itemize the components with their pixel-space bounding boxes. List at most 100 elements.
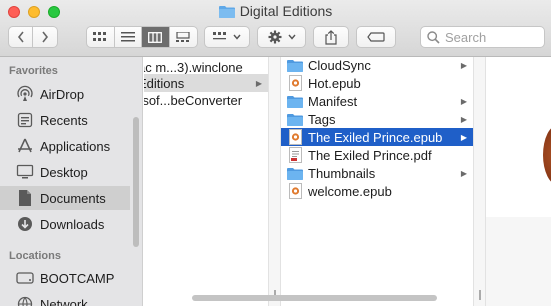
search-placeholder: Search: [445, 29, 487, 45]
list-item-label: The Exiled Prince.epub: [308, 129, 443, 145]
sidebar-item-label: Recents: [40, 112, 88, 128]
share-icon: [325, 29, 337, 45]
sidebar-item-downloads[interactable]: Downloads: [0, 212, 130, 236]
window-title-text: Digital Editions: [239, 3, 333, 19]
epub-file-icon: [287, 129, 303, 145]
tag-icon: [367, 32, 385, 42]
sidebar-scrollbar[interactable]: [133, 117, 139, 247]
sidebar-item-applications[interactable]: Applications: [0, 134, 130, 158]
list-item-label: Hot.epub: [308, 75, 361, 91]
desktop-icon: [16, 163, 34, 181]
folder-icon: [287, 57, 303, 73]
documents-icon: [16, 189, 34, 207]
list-item-label: CloudSync: [308, 57, 371, 73]
applications-icon: [16, 137, 34, 155]
sidebar-item-label: Documents: [40, 190, 106, 206]
sidebar-item-airdrop[interactable]: AirDrop: [0, 82, 130, 106]
list-item[interactable]: Editions ▶: [144, 74, 268, 92]
recents-icon: [16, 111, 34, 129]
list-view-button[interactable]: [115, 27, 142, 47]
column-view-icon: [148, 31, 163, 43]
list-item-label: Manifest: [308, 93, 358, 109]
list-item-label: The Exiled Prince.pdf: [308, 147, 432, 163]
list-view-icon: [120, 32, 135, 42]
preview-column: [486, 57, 551, 306]
group-icon: [213, 32, 226, 40]
sidebar-item-desktop[interactable]: Desktop: [0, 160, 130, 184]
chevron-left-icon: [17, 31, 24, 43]
sidebar-item-label: Network: [40, 296, 88, 306]
gallery-view-button[interactable]: [170, 27, 197, 47]
gallery-view-icon: [176, 31, 190, 42]
chevron-down-icon: [287, 34, 296, 40]
forward-button[interactable]: [33, 27, 57, 47]
sidebar-item-bootcamp[interactable]: BOOTCAMP: [0, 266, 130, 290]
chevron-right-icon: [42, 31, 49, 43]
list-item-label: Tags: [308, 111, 336, 127]
list-item[interactable]: CloudSync ▶: [281, 57, 473, 74]
sidebar-item-network[interactable]: Network: [0, 292, 130, 306]
column-view-button[interactable]: [142, 27, 170, 47]
list-item-label: welcome.epub: [308, 183, 392, 199]
window-toolbar: Digital Editions Search: [0, 0, 551, 57]
horizontal-scrollbar[interactable]: [192, 295, 437, 301]
list-item[interactable]: Tags ▶: [281, 110, 473, 128]
sidebar-section-locations: Locations: [9, 250, 61, 262]
list-item[interactable]: rsof...beConverter: [144, 91, 268, 109]
disclosure-arrow-icon: ▶: [255, 78, 262, 88]
column-resize-handle[interactable]: [474, 57, 486, 306]
sidebar-item-label: Applications: [40, 138, 111, 154]
icon-view-button[interactable]: [87, 27, 115, 47]
group-by-button[interactable]: [204, 26, 250, 48]
disclosure-arrow-icon: ▶: [460, 168, 467, 178]
folder-icon: [287, 93, 303, 109]
folder-icon: [287, 165, 303, 181]
disk-icon: [16, 269, 34, 287]
network-icon: [16, 295, 34, 306]
epub-file-icon: [287, 183, 303, 199]
sidebar-item-recents[interactable]: Recents: [0, 108, 130, 132]
sidebar-item-label: Downloads: [40, 216, 105, 232]
share-button[interactable]: [313, 26, 349, 48]
column-resize-handle[interactable]: [269, 57, 281, 306]
icon-view-icon: [93, 32, 107, 41]
list-item[interactable]: Thumbnails ▶: [281, 164, 473, 182]
window-title: Digital Editions: [0, 3, 551, 21]
sidebar-item-label: Desktop: [40, 164, 88, 180]
epub-file-icon: [287, 75, 303, 91]
disclosure-arrow-icon: ▶: [460, 132, 467, 142]
back-button[interactable]: [9, 27, 34, 47]
action-menu-button[interactable]: [257, 26, 306, 48]
folder-icon: [287, 111, 303, 127]
folder-icon: [218, 5, 235, 21]
pdf-file-icon: [287, 147, 303, 163]
sidebar-item-label: BOOTCAMP: [40, 270, 115, 286]
list-item-label: rsof...beConverter: [144, 92, 243, 108]
chevron-down-icon: [233, 34, 241, 40]
browser-column-1: ac m...3).winclone Editions ▶ rsof...beC…: [144, 57, 269, 306]
preview-pane: [486, 57, 551, 217]
sidebar: Favorites AirDrop Recents Applications D…: [0, 57, 143, 306]
list-item[interactable]: welcome.epub: [281, 182, 473, 200]
sidebar-item-label: AirDrop: [40, 86, 85, 102]
disclosure-arrow-icon: ▶: [460, 114, 467, 124]
list-item[interactable]: The Exiled Prince.epub ▶: [281, 128, 473, 146]
list-item-label: ac m...3).winclone: [144, 59, 243, 75]
list-item[interactable]: The Exiled Prince.pdf: [281, 146, 473, 164]
disclosure-arrow-icon: ▶: [460, 96, 467, 106]
back-forward-control: [8, 26, 58, 48]
view-mode-control: [86, 26, 198, 48]
sidebar-item-documents[interactable]: Documents: [0, 186, 130, 210]
list-item[interactable]: Manifest ▶: [281, 92, 473, 110]
sidebar-section-favorites: Favorites: [9, 65, 58, 77]
list-item[interactable]: Hot.epub: [281, 74, 473, 92]
downloads-icon: [16, 215, 34, 233]
list-item-label: Thumbnails: [308, 165, 376, 181]
airdrop-icon: [16, 85, 34, 103]
list-item-label: Editions: [144, 75, 185, 91]
search-icon: [427, 30, 440, 44]
browser-column-2: CloudSync ▶ Hot.epub Manifest ▶ Tags ▶ T…: [281, 57, 474, 306]
gear-icon: [268, 30, 281, 44]
tags-button[interactable]: [356, 26, 396, 48]
search-field[interactable]: Search: [420, 26, 545, 48]
